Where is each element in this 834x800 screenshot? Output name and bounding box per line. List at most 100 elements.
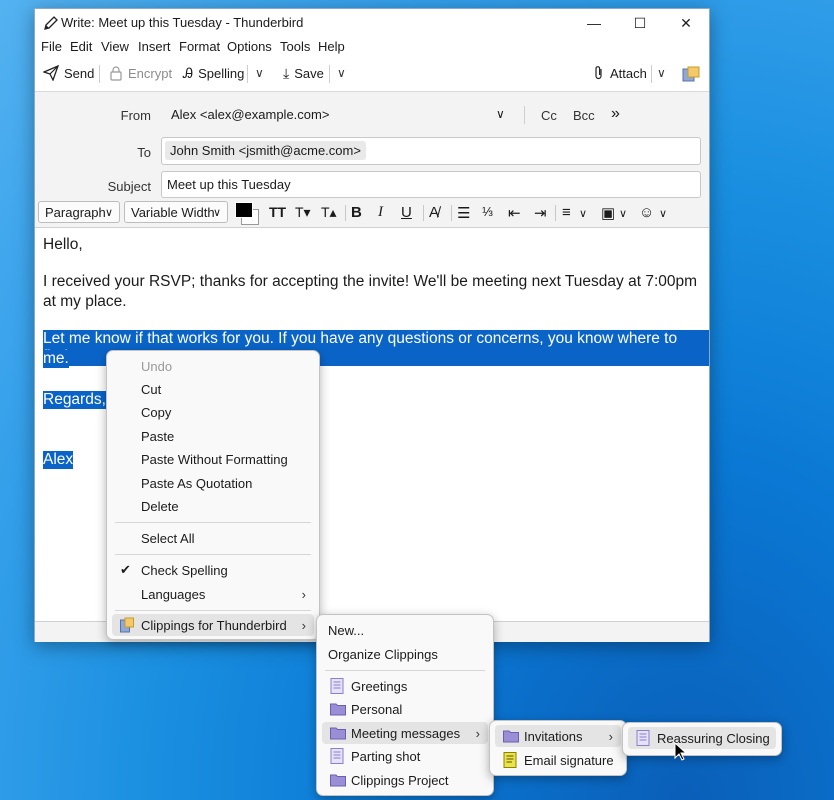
save-button[interactable]: ⤓ Save	[283, 65, 324, 82]
underline-icon[interactable]: U	[401, 204, 412, 221]
bcc-button[interactable]: Bcc	[573, 108, 595, 123]
toolbar: Send Encrypt Ꭿ Spelling ∨ ⤓ Save ∨ Attac…	[35, 57, 709, 92]
menu-item-copy[interactable]: Copy	[112, 401, 314, 423]
menu-format[interactable]: Format	[179, 39, 220, 54]
download-icon: ⤓	[283, 65, 290, 81]
send-icon	[43, 65, 59, 81]
folder-icon	[330, 727, 346, 740]
body-greeting: Hello,	[43, 236, 83, 253]
spelling-button[interactable]: Ꭿ Spelling	[183, 65, 244, 82]
maximize-button[interactable]: ☐	[617, 9, 663, 37]
more-fields-icon[interactable]: »	[611, 105, 620, 123]
folder-icon	[330, 703, 346, 716]
menu-item-delete[interactable]: Delete	[112, 495, 314, 517]
align-chevron-icon[interactable]: ∨	[579, 207, 587, 220]
submenu-arrow-icon: ›	[475, 725, 480, 741]
menu-help[interactable]: Help	[318, 39, 345, 54]
window-title: Write: Meet up this Tuesday - Thunderbir…	[61, 15, 304, 30]
align-icon[interactable]: ≡	[562, 204, 571, 221]
encrypt-button[interactable]: Encrypt	[109, 65, 172, 81]
to-field[interactable]: John Smith <jsmith@acme.com>	[161, 137, 701, 165]
menu-item-paste[interactable]: Paste	[112, 425, 314, 447]
clipping-parting-shot[interactable]: Parting shot	[322, 745, 488, 767]
attach-button[interactable]: Attach	[593, 65, 647, 81]
spelling-dropdown-chevron-icon[interactable]: ∨	[255, 66, 264, 80]
emoji-chevron-icon[interactable]: ∨	[659, 207, 667, 220]
pencil-icon	[44, 16, 58, 30]
italic-icon[interactable]: I	[378, 204, 383, 221]
menu-item-undo[interactable]: Undo	[112, 355, 314, 377]
menu-item-new-clipping[interactable]: New...	[322, 619, 488, 641]
clippings-icon	[120, 617, 134, 633]
subject-value: Meet up this Tuesday	[167, 177, 291, 192]
chevron-down-icon: ∨	[104, 206, 113, 219]
folder-invitations[interactable]: Invitations ›	[495, 725, 621, 747]
folder-personal[interactable]: Personal	[322, 698, 488, 720]
bold-icon[interactable]: B	[351, 204, 362, 221]
mouse-pointer-icon	[674, 742, 688, 761]
from-select[interactable]: Alex <alex@example.com>	[171, 107, 329, 122]
send-button[interactable]: Send	[43, 65, 94, 81]
from-label: From	[120, 108, 151, 123]
menu-file[interactable]: File	[41, 39, 62, 54]
folder-meeting-messages[interactable]: Meeting messages ›	[322, 722, 488, 744]
menu-item-paste-without-formatting[interactable]: Paste Without Formatting	[112, 448, 314, 470]
font-smaller-icon[interactable]: T▾	[295, 204, 311, 221]
font-size-reset-icon[interactable]: TT	[269, 204, 286, 220]
from-chevron-icon[interactable]: ∨	[496, 107, 505, 121]
menu-insert[interactable]: Insert	[138, 39, 171, 54]
clippings-toolbar-icon[interactable]	[682, 66, 700, 82]
menu-edit[interactable]: Edit	[70, 39, 92, 54]
outdent-icon[interactable]: ⇤	[508, 204, 521, 222]
minimize-button[interactable]: —	[571, 9, 617, 37]
lock-icon	[110, 66, 122, 81]
folder-clippings-project[interactable]: Clippings Project	[322, 769, 488, 791]
menu-item-paste-as-quotation[interactable]: Paste As Quotation	[112, 472, 314, 494]
remove-formatting-icon[interactable]: A̸	[429, 204, 439, 221]
subject-field[interactable]: Meet up this Tuesday	[161, 171, 701, 198]
emoji-icon[interactable]: ☺	[639, 204, 654, 221]
attach-dropdown-chevron-icon[interactable]: ∨	[657, 66, 666, 80]
clipping-greetings[interactable]: Greetings	[322, 675, 488, 697]
submenu-arrow-icon: ›	[608, 728, 613, 744]
folder-icon	[330, 774, 346, 787]
submenu-arrow-icon: ›	[301, 617, 306, 633]
clipping-document-icon	[330, 748, 344, 764]
body-paragraph-line: I received your RSVP; thanks for accepti…	[43, 273, 698, 290]
spellcheck-icon: Ꭿ	[183, 65, 194, 81]
bullet-list-icon[interactable]: ☰	[457, 204, 470, 222]
text-color-picker[interactable]	[235, 202, 259, 225]
menu-item-languages[interactable]: Languages ›	[112, 583, 314, 605]
recipient-pill[interactable]: John Smith <jsmith@acme.com>	[165, 141, 366, 160]
submenu-arrow-icon: ›	[301, 586, 306, 602]
checkmark-icon: ✔	[120, 562, 131, 577]
paragraph-format-select[interactable]: Paragraph ∨	[38, 201, 120, 223]
menu-options[interactable]: Options	[227, 39, 272, 54]
numbered-list-icon[interactable]: ⅓	[482, 204, 493, 219]
format-toolbar: Paragraph ∨ Variable Width ∨ TT T▾ T▴ B …	[35, 199, 709, 228]
invitations-submenu: Reassuring Closing	[622, 722, 782, 756]
menu-item-select-all[interactable]: Select All	[112, 527, 314, 549]
clipping-email-signature[interactable]: Email signature	[495, 749, 621, 771]
insert-image-icon[interactable]: ▣	[601, 204, 615, 222]
font-larger-icon[interactable]: T▴	[321, 204, 337, 221]
close-button[interactable]: ✕	[663, 9, 709, 37]
save-dropdown-chevron-icon[interactable]: ∨	[337, 66, 346, 80]
clipping-reassuring-closing[interactable]: Reassuring Closing	[628, 727, 776, 749]
clipping-document-icon	[636, 730, 650, 746]
chevron-down-icon: ∨	[212, 206, 221, 219]
paperclip-icon	[595, 66, 602, 80]
menu-item-check-spelling[interactable]: ✔ Check Spelling	[112, 559, 314, 581]
insert-chevron-icon[interactable]: ∨	[619, 207, 627, 220]
menu-view[interactable]: View	[101, 39, 129, 54]
menu-item-organize-clippings[interactable]: Organize Clippings	[322, 643, 488, 665]
indent-icon[interactable]: ⇥	[534, 204, 547, 222]
menu-item-clippings[interactable]: Clippings for Thunderbird ›	[112, 614, 314, 636]
menu-tools[interactable]: Tools	[280, 39, 310, 54]
font-select[interactable]: Variable Width ∨	[124, 201, 228, 223]
signature-clipping-icon	[503, 752, 517, 768]
clipping-document-icon	[330, 678, 344, 694]
cc-button[interactable]: Cc	[541, 108, 557, 123]
selected-text-line: me.	[43, 350, 69, 368]
menu-item-cut[interactable]: Cut	[112, 378, 314, 400]
